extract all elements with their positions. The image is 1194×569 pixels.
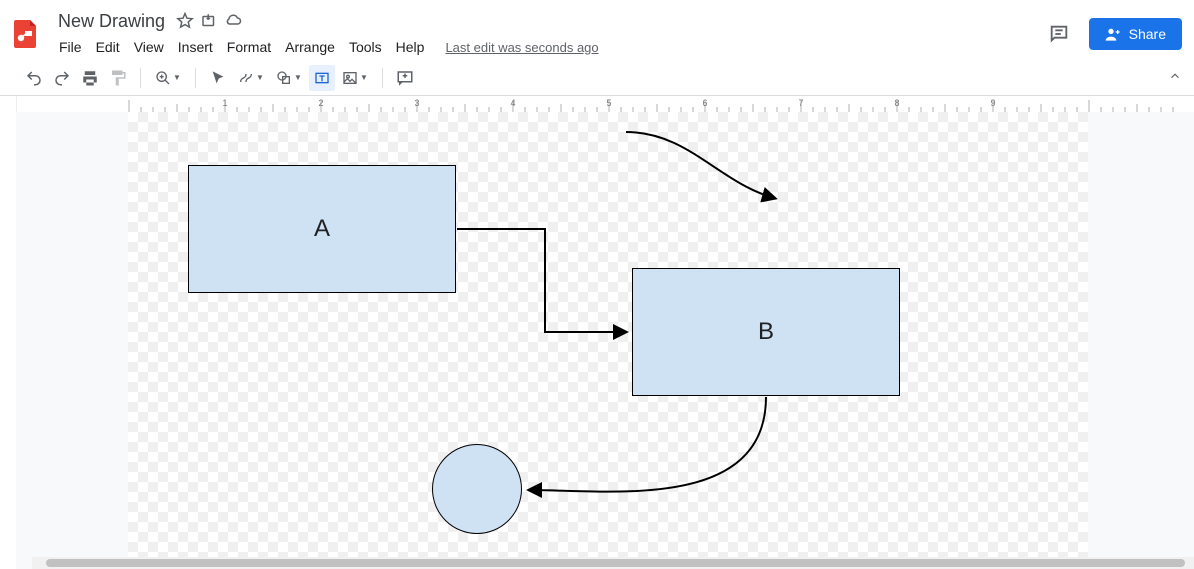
comments-icon[interactable]: [1041, 16, 1077, 52]
connector-a-to-b[interactable]: [457, 229, 625, 332]
canvas-page[interactable]: A B: [128, 112, 1088, 569]
paint-format-button[interactable]: [105, 65, 131, 91]
horizontal-ruler: 1 2 3 4 5 6 7 8 9: [16, 96, 1194, 112]
select-tool[interactable]: [205, 65, 231, 91]
menu-arrange[interactable]: Arrange: [278, 35, 342, 59]
shape-rectangle-a[interactable]: A: [188, 165, 456, 293]
star-icon[interactable]: [175, 11, 195, 31]
vertical-ruler: [0, 96, 16, 569]
insert-comment-button[interactable]: [392, 65, 418, 91]
print-button[interactable]: [77, 65, 103, 91]
menu-format[interactable]: Format: [220, 35, 278, 59]
connector-b-to-circle[interactable]: [530, 397, 766, 492]
collapse-toolbar-icon[interactable]: [1168, 69, 1182, 86]
shape-rectangle-b[interactable]: B: [632, 268, 900, 396]
last-edit-link[interactable]: Last edit was seconds ago: [445, 40, 598, 55]
menu-tools[interactable]: Tools: [342, 35, 389, 59]
svg-text:2: 2: [318, 98, 323, 108]
shape-circle[interactable]: [432, 444, 522, 534]
svg-text:9: 9: [990, 98, 995, 108]
menu-file[interactable]: File: [52, 35, 89, 59]
share-button[interactable]: Share: [1089, 18, 1182, 50]
separator: [195, 68, 196, 88]
shape-tool[interactable]: ▼: [271, 65, 307, 91]
document-title[interactable]: New Drawing: [52, 9, 171, 34]
zoom-button[interactable]: ▼: [150, 65, 186, 91]
app-logo[interactable]: [8, 16, 44, 52]
line-tool[interactable]: ▼: [233, 65, 269, 91]
menu-edit[interactable]: Edit: [89, 35, 127, 59]
svg-text:7: 7: [798, 98, 803, 108]
svg-text:1: 1: [222, 98, 227, 108]
shape-label: B: [758, 318, 774, 346]
svg-text:5: 5: [606, 98, 611, 108]
svg-text:4: 4: [510, 98, 515, 108]
shape-label: A: [314, 215, 330, 243]
separator: [382, 68, 383, 88]
svg-text:6: 6: [702, 98, 707, 108]
cloud-status-icon[interactable]: [223, 11, 243, 31]
menu-insert[interactable]: Insert: [171, 35, 220, 59]
svg-text:8: 8: [894, 98, 899, 108]
move-icon[interactable]: [199, 11, 219, 31]
share-label: Share: [1129, 26, 1166, 42]
separator: [140, 68, 141, 88]
svg-text:3: 3: [414, 98, 419, 108]
undo-button[interactable]: [21, 65, 47, 91]
menu-view[interactable]: View: [127, 35, 171, 59]
image-tool[interactable]: ▼: [337, 65, 373, 91]
toolbar: ▼ ▼ ▼ ▼: [0, 60, 1194, 96]
menu-bar: File Edit View Insert Format Arrange Too…: [52, 35, 599, 59]
textbox-tool[interactable]: [309, 65, 335, 91]
horizontal-scrollbar[interactable]: [32, 557, 1194, 569]
curve-arrow[interactable]: [626, 132, 774, 198]
canvas-area[interactable]: A B: [16, 112, 1194, 569]
redo-button[interactable]: [49, 65, 75, 91]
menu-help[interactable]: Help: [389, 35, 432, 59]
